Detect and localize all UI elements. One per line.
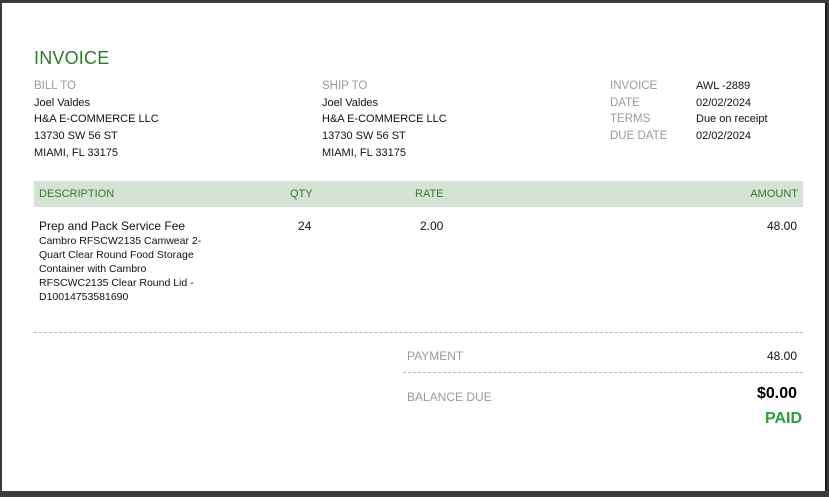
ship-to-company: H&A E-COMMERCE LLC — [322, 113, 447, 125]
item-description: Cambro RFSCW2135 Camwear 2-Quart Clear R… — [39, 235, 202, 303]
bill-to-city: MIAMI, FL 33175 — [34, 147, 118, 159]
invoice-number-value: AWL -2889 — [696, 80, 751, 92]
balance-due-label: BALANCE DUE — [407, 390, 492, 404]
terms-label: TERMS — [610, 113, 651, 125]
payment-label: PAYMENT — [407, 349, 464, 363]
terms-value: Due on receipt — [696, 113, 768, 125]
header-rate: RATE — [415, 188, 444, 200]
balance-due-value: $0.00 — [756, 385, 797, 402]
paid-status-badge: PAID — [764, 410, 802, 427]
invoice-title: INVOICE — [34, 48, 110, 68]
bill-to-label: BILL TO — [34, 80, 76, 92]
due-date-value: 02/02/2024 — [696, 130, 752, 142]
date-value: 02/02/2024 — [696, 97, 752, 109]
bill-to-name: Joel Valdes — [34, 97, 91, 109]
bill-to-company: H&A E-COMMERCE LLC — [34, 113, 159, 125]
item-name: Prep and Pack Service Fee — [39, 219, 186, 233]
ship-to-city: MIAMI, FL 33175 — [322, 147, 406, 159]
ship-to-label: SHIP TO — [322, 80, 368, 92]
header-amount: AMOUNT — [750, 188, 798, 200]
item-rate: 2.00 — [420, 219, 444, 233]
ship-to-name: Joel Valdes — [322, 97, 379, 109]
ship-to-street: 13730 SW 56 ST — [322, 130, 406, 142]
bill-to-street: 13730 SW 56 ST — [34, 130, 118, 142]
header-description: DESCRIPTION — [39, 188, 115, 200]
table-divider — [34, 332, 803, 333]
item-amount: 48.00 — [766, 219, 797, 233]
invoice-number-label: INVOICE — [610, 80, 658, 92]
header-qty: QTY — [290, 188, 313, 200]
date-label: DATE — [610, 97, 640, 109]
due-date-label: DUE DATE — [610, 130, 668, 142]
invoice-page: INVOICE BILL TO Joel Valdes H&A E-COMMER… — [2, 3, 827, 491]
payment-value: 48.00 — [766, 349, 797, 363]
item-qty: 24 — [298, 219, 312, 233]
summary-divider — [403, 372, 803, 373]
table-header: DESCRIPTION QTY RATE AMOUNT — [34, 181, 803, 207]
